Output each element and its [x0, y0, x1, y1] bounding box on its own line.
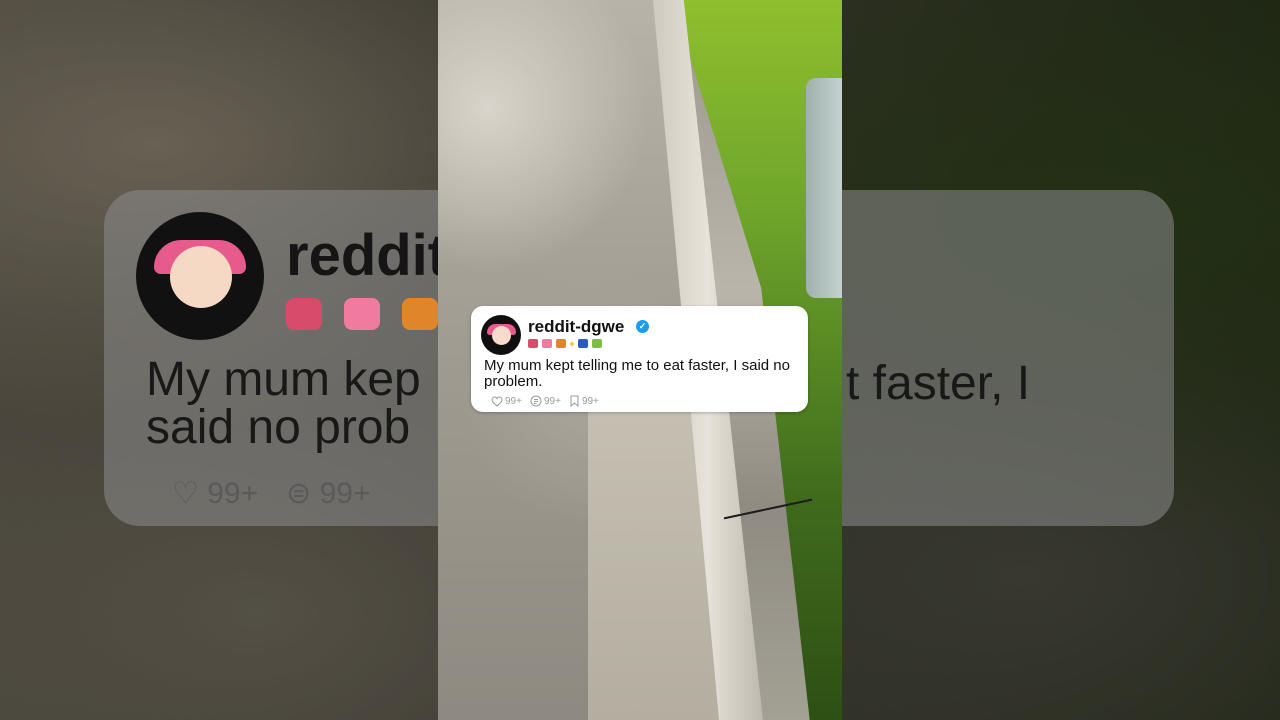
- blurred-avatar-face: [170, 246, 232, 308]
- save-count: 99+: [581, 395, 599, 407]
- badge-icon: [528, 339, 538, 348]
- like-stat[interactable]: 99+: [491, 396, 522, 407]
- save-stat[interactable]: 99+: [569, 395, 599, 407]
- heart-icon: [491, 395, 503, 407]
- like-count: 99+: [505, 395, 522, 407]
- blurred-badge: [344, 298, 380, 330]
- blurred-badge-row: [286, 298, 438, 330]
- comment-icon: [530, 395, 542, 407]
- badge-icon: [578, 339, 588, 348]
- blurred-like-count: 99+: [207, 477, 259, 510]
- comment-stat[interactable]: 99+: [530, 395, 561, 407]
- bookmark-icon: [570, 395, 579, 407]
- blurred-avatar: [136, 212, 264, 340]
- badge-icon: [556, 339, 566, 348]
- trash-bin: [806, 78, 842, 298]
- post-stats: 99+ 99+ 99+: [491, 395, 599, 407]
- blurred-username: reddit: [286, 223, 448, 288]
- avatar[interactable]: [481, 315, 521, 355]
- blurred-stats: ♡ 99+ ⊜ 99+: [172, 476, 371, 511]
- post-text: My mum kept telling me to eat faster, I …: [484, 357, 790, 390]
- comment-count: 99+: [543, 395, 561, 407]
- blurred-comment-count: 99+: [319, 477, 371, 510]
- blurred-text-right: t faster, I: [846, 357, 1031, 410]
- blurred-comment-icon: ⊜ 99+: [286, 477, 371, 510]
- badge-icon: [570, 341, 574, 346]
- post-card: reddit-dgwe ✓ My mum kept telling me to …: [471, 306, 808, 412]
- badge-icon: [542, 339, 552, 348]
- verified-icon: ✓: [636, 320, 649, 333]
- badge-icon: [592, 339, 602, 348]
- blurred-badge: [286, 298, 322, 330]
- blurred-heart-icon: ♡ 99+: [172, 477, 259, 510]
- username[interactable]: reddit-dgwe: [528, 317, 624, 337]
- badge-row: [528, 339, 602, 348]
- avatar-face: [492, 326, 511, 345]
- blurred-badge: [402, 298, 438, 330]
